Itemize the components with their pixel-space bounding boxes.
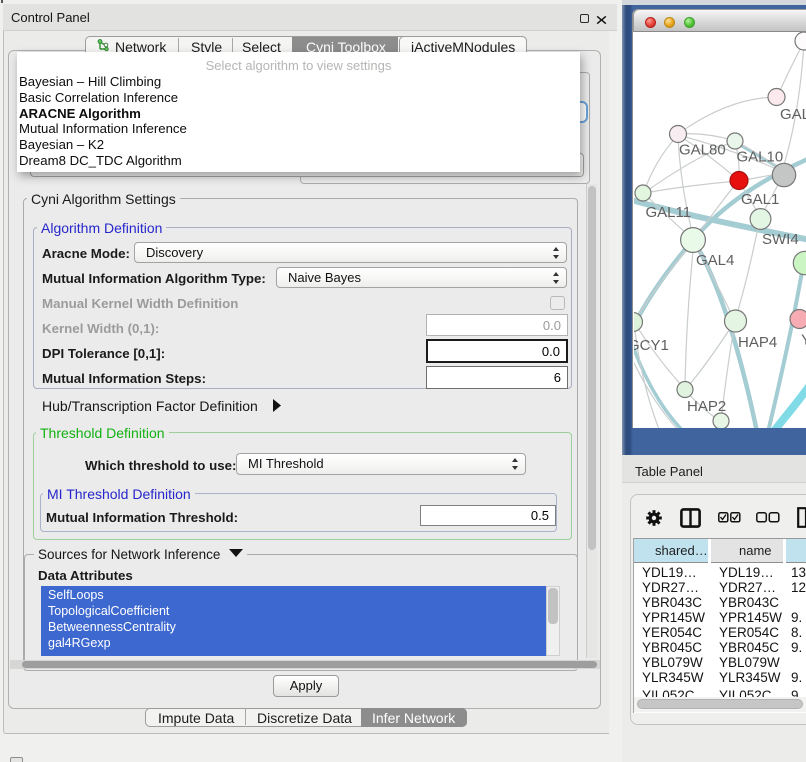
svg-text:GAL80: GAL80 (679, 142, 726, 159)
svg-text:GAL1: GAL1 (741, 191, 779, 208)
svg-text:HAP2: HAP2 (687, 398, 726, 415)
svg-text:GAL2: GAL2 (780, 106, 806, 123)
svg-text:HAP4: HAP4 (738, 334, 777, 351)
svg-text:GAL4: GAL4 (696, 252, 734, 269)
svg-text:GAL10: GAL10 (737, 149, 784, 166)
svg-text:SWI4: SWI4 (762, 231, 799, 248)
svg-text:Y: Y (801, 332, 806, 349)
svg-text:GAL11: GAL11 (646, 204, 692, 221)
svg-text:GCY1: GCY1 (634, 337, 669, 354)
